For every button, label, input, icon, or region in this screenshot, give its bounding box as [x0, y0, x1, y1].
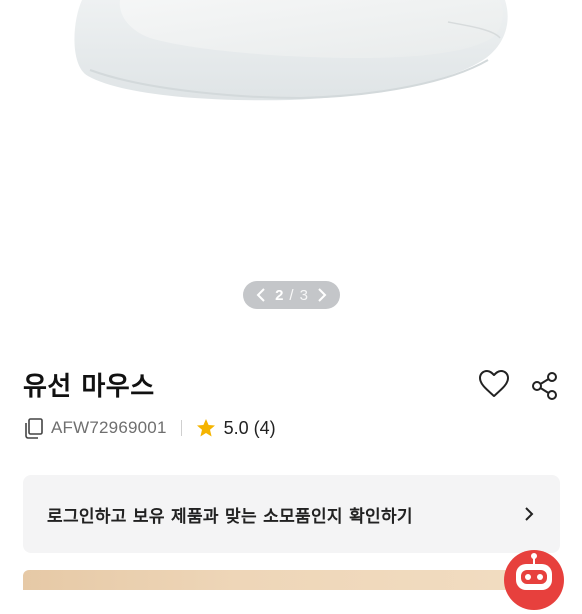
- pager-current: 2: [275, 286, 284, 304]
- login-check-banner[interactable]: 로그인하고 보유 제품과 맞는 소모품인지 확인하기: [23, 475, 560, 553]
- login-banner-text: 로그인하고 보유 제품과 맞는 소모품인지 확인하기: [47, 506, 413, 527]
- product-title: 유선 마우스: [23, 372, 155, 402]
- share-icon[interactable]: [531, 371, 559, 401]
- chevron-right-icon: [522, 505, 536, 523]
- robot-icon[interactable]: [504, 550, 564, 610]
- pager-total: 3: [299, 286, 308, 304]
- product-image-gallery[interactable]: 2 / 3: [0, 0, 582, 330]
- pager-separator: /: [289, 286, 294, 304]
- chevron-left-icon[interactable]: [253, 287, 269, 303]
- image-pager: 2 / 3: [243, 281, 340, 309]
- star-icon: [196, 418, 216, 438]
- copy-icon[interactable]: [23, 417, 45, 439]
- meta-divider: [180, 420, 182, 436]
- product-sku: AFW72969001: [51, 418, 167, 437]
- rating-value: 5.0: [223, 417, 249, 438]
- promo-banner[interactable]: [23, 570, 560, 590]
- pager-count: 2 / 3: [275, 287, 308, 304]
- chevron-right-icon[interactable]: [314, 287, 330, 303]
- heart-icon[interactable]: [478, 369, 510, 399]
- review-count[interactable]: (4): [254, 418, 276, 439]
- product-meta: AFW72969001 5.0 (4): [23, 414, 276, 442]
